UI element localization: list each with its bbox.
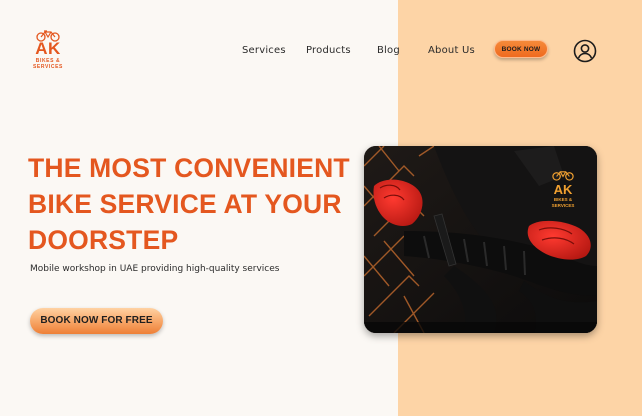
hero-subtitle: Mobile workshop in UAE providing high-qu… <box>30 264 280 274</box>
shirt-logo-text: AK <box>554 182 573 197</box>
hero-title-line: BIKE SERVICE AT YOUR <box>28 189 342 219</box>
book-now-for-free-button[interactable]: BOOK NOW FOR FREE <box>30 308 163 334</box>
brand-logo[interactable]: AK BIKES & SERVICES <box>27 30 69 74</box>
user-circle-icon[interactable] <box>573 39 597 63</box>
nav-services-link[interactable]: Services <box>242 45 286 56</box>
nav-blog-link[interactable]: Blog <box>377 45 400 56</box>
logo-text: AK <box>35 39 61 58</box>
shirt-logo-subtext: BIKES & <box>554 197 573 202</box>
hero-title: THE MOST CONVENIENT BIKE SERVICE AT YOUR… <box>28 150 368 258</box>
mechanic-handlebar-photo: AK BIKES & SERVICES <box>364 146 597 333</box>
nav-products-link[interactable]: Products <box>306 45 351 56</box>
logo-subtext: SERVICES <box>33 64 63 70</box>
nav-about-link[interactable]: About Us <box>428 45 475 56</box>
shirt-logo-subtext: SERVICES <box>552 203 575 208</box>
book-now-button[interactable]: BOOK NOW <box>494 40 548 58</box>
hero-title-line: THE MOST CONVENIENT <box>28 153 350 183</box>
hero-image: AK BIKES & SERVICES <box>364 146 597 333</box>
hero-title-line: DOORSTEP <box>28 225 179 255</box>
